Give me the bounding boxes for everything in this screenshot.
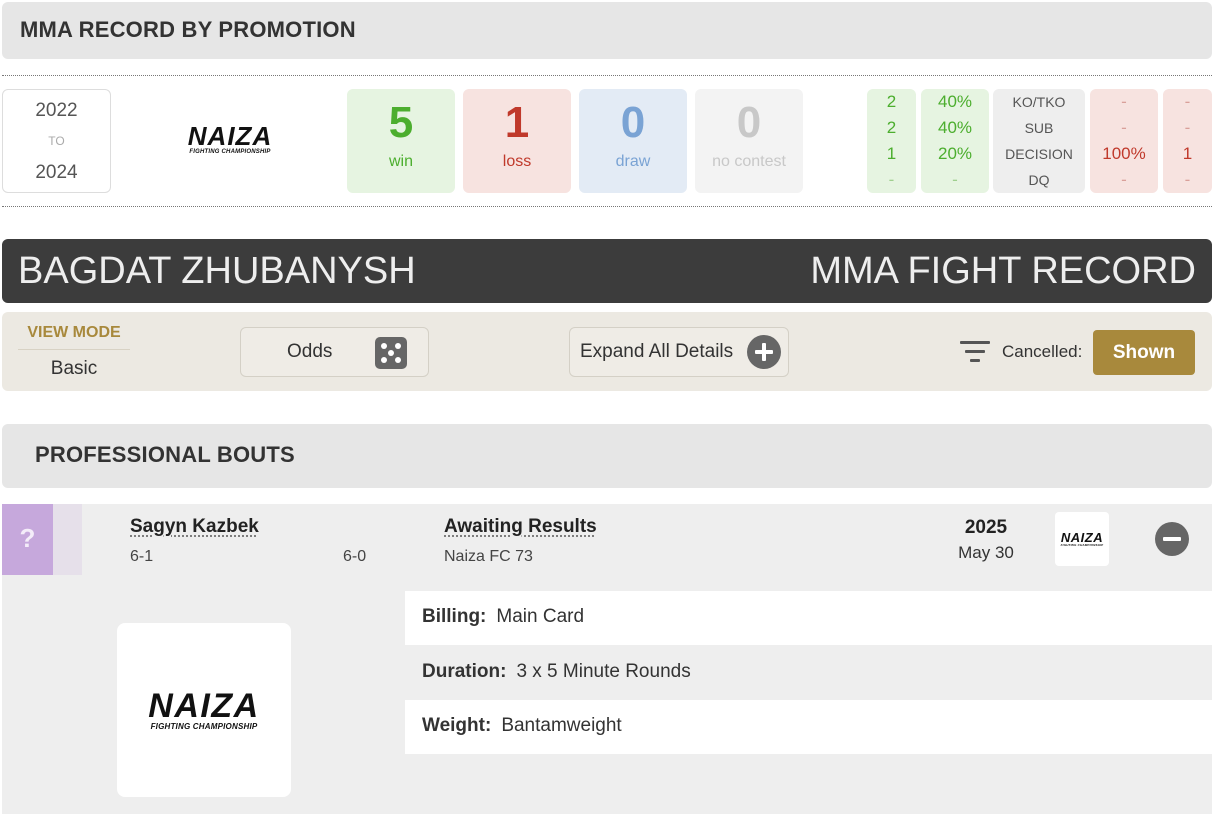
duration-value: 3 x 5 Minute Rounds bbox=[516, 661, 691, 682]
year-start: 2022 bbox=[35, 100, 78, 121]
detail-duration: Duration: 3 x 5 Minute Rounds bbox=[405, 646, 1212, 700]
no-contest-label: no contest bbox=[712, 153, 786, 170]
promotion-logo: NAIZA FIGHTING CHAMPIONSHIP bbox=[1055, 512, 1109, 566]
loss-pct-sub: - bbox=[1121, 118, 1127, 137]
wins-by-method: 2 2 1 - bbox=[867, 89, 916, 193]
bout-row: ? Sagyn Kazbek 6-1 6-0 Awaiting Results … bbox=[2, 504, 1212, 814]
no-contest-total: 0 no contest bbox=[695, 89, 803, 193]
win-total: 5 win bbox=[347, 89, 455, 193]
fighter-record: 6-0 bbox=[343, 548, 367, 565]
logo-subtitle: FIGHTING CHAMPIONSHIP bbox=[189, 149, 271, 155]
promotion-years: 2022 TO 2024 bbox=[2, 89, 111, 193]
expand-label: Expand All Details bbox=[580, 341, 734, 362]
win-pct-ko: 40% bbox=[937, 92, 973, 111]
losses-sub: - bbox=[1184, 118, 1191, 137]
logo-subtitle: FIGHTING CHAMPIONSHIP bbox=[150, 722, 258, 731]
dice-icon bbox=[375, 337, 407, 369]
bout-promotion-logo-box[interactable]: NAIZA FIGHTING CHAMPIONSHIP bbox=[1055, 512, 1109, 566]
plus-circle-icon bbox=[747, 335, 781, 369]
minus-circle-icon[interactable] bbox=[1155, 522, 1189, 556]
promotion-record-header: MMA RECORD BY PROMOTION bbox=[2, 2, 1212, 59]
promotion-logo: NAIZA FIGHTING CHAMPIONSHIP bbox=[117, 623, 291, 797]
event-name: Naiza FC 73 bbox=[444, 548, 533, 565]
win-count: 5 bbox=[388, 98, 414, 147]
view-mode-divider bbox=[18, 349, 130, 350]
logo-wordmark: NAIZA bbox=[187, 121, 273, 151]
result-link[interactable]: Awaiting Results bbox=[444, 516, 597, 538]
fight-record-title: MMA FIGHT RECORD bbox=[810, 250, 1196, 292]
bout-year: 2025 bbox=[964, 517, 1008, 538]
expand-all-details-button[interactable]: Expand All Details bbox=[569, 327, 789, 377]
view-mode-bar: VIEW MODE Basic Odds Expand All Details … bbox=[2, 312, 1212, 391]
method-ko: KO/TKO bbox=[1012, 94, 1066, 110]
cancelled-label: Cancelled: bbox=[1002, 342, 1083, 361]
fighter-title-bar: BAGDAT ZHUBANYSH MMA FIGHT RECORD bbox=[2, 239, 1212, 303]
losses-ko: - bbox=[1184, 92, 1191, 111]
wins-ko: 2 bbox=[886, 92, 897, 111]
divider bbox=[2, 206, 1212, 207]
loss-total: 1 loss bbox=[463, 89, 571, 193]
losses-dq: - bbox=[1184, 170, 1191, 189]
wins-decision: 1 bbox=[886, 144, 897, 163]
bout-detail-logo-box: NAIZA FIGHTING CHAMPIONSHIP bbox=[117, 623, 291, 797]
opponent-record: 6-1 bbox=[130, 548, 154, 565]
cancelled-shown-toggle[interactable]: Shown bbox=[1093, 330, 1195, 375]
weight-value: Bantamweight bbox=[501, 715, 622, 736]
detail-weight: Weight: Bantamweight bbox=[405, 700, 1212, 754]
odds-toggle-button[interactable]: Odds bbox=[240, 327, 429, 377]
year-end: 2024 bbox=[35, 162, 78, 183]
bout-date: May 30 bbox=[958, 543, 1014, 562]
loss-pct-by-method: - - 100% - bbox=[1090, 89, 1158, 193]
loss-pct-ko: - bbox=[1121, 92, 1127, 111]
win-label: win bbox=[388, 153, 413, 170]
draw-total: 0 draw bbox=[579, 89, 687, 193]
year-to: TO bbox=[48, 134, 65, 148]
result-strip bbox=[53, 504, 82, 575]
method-dq: DQ bbox=[1028, 172, 1050, 188]
loss-pct-dq: - bbox=[1121, 170, 1127, 189]
logo-wordmark: NAIZA bbox=[148, 687, 260, 725]
wins-dq: - bbox=[888, 170, 895, 189]
method-decision: DECISION bbox=[1005, 146, 1073, 162]
method-sub: SUB bbox=[1024, 120, 1054, 136]
opponent-name-link[interactable]: Sagyn Kazbek bbox=[130, 516, 259, 538]
divider bbox=[2, 75, 1212, 76]
detail-billing: Billing: Main Card bbox=[405, 591, 1212, 645]
wins-sub: 2 bbox=[886, 118, 897, 137]
filter-icon[interactable] bbox=[960, 341, 992, 365]
result-badge: ? bbox=[2, 504, 53, 575]
billing-value: Main Card bbox=[496, 606, 585, 627]
win-pct-decision: 20% bbox=[937, 144, 973, 163]
draw-count: 0 bbox=[620, 98, 646, 147]
method-labels: KO/TKO SUB DECISION DQ bbox=[993, 89, 1085, 193]
win-pct-by-method: 40% 40% 20% - bbox=[921, 89, 989, 193]
no-contest-count: 0 bbox=[736, 98, 762, 147]
draw-label: draw bbox=[615, 153, 651, 170]
loss-count: 1 bbox=[504, 98, 530, 147]
odds-label: Odds bbox=[287, 341, 333, 362]
view-mode-label: VIEW MODE bbox=[27, 324, 121, 341]
weight-label: Weight: bbox=[422, 715, 492, 736]
losses-by-method: - - 1 - bbox=[1163, 89, 1212, 193]
win-pct-dq: - bbox=[952, 170, 958, 189]
loss-pct-decision: 100% bbox=[1102, 144, 1146, 163]
duration-label: Duration: bbox=[422, 661, 507, 682]
promotion-logo[interactable]: NAIZA FIGHTING CHAMPIONSHIP bbox=[150, 118, 310, 160]
losses-decision: 1 bbox=[1182, 144, 1193, 163]
loss-label: loss bbox=[502, 153, 532, 170]
win-pct-sub: 40% bbox=[937, 118, 973, 137]
view-mode-select[interactable]: Basic bbox=[18, 358, 130, 380]
logo-subtitle: FIGHTING CHAMPIONSHIP bbox=[1060, 543, 1104, 547]
billing-label: Billing: bbox=[422, 606, 487, 627]
fighter-name: BAGDAT ZHUBANYSH bbox=[18, 250, 416, 292]
professional-bouts-header: PROFESSIONAL BOUTS bbox=[2, 424, 1212, 488]
